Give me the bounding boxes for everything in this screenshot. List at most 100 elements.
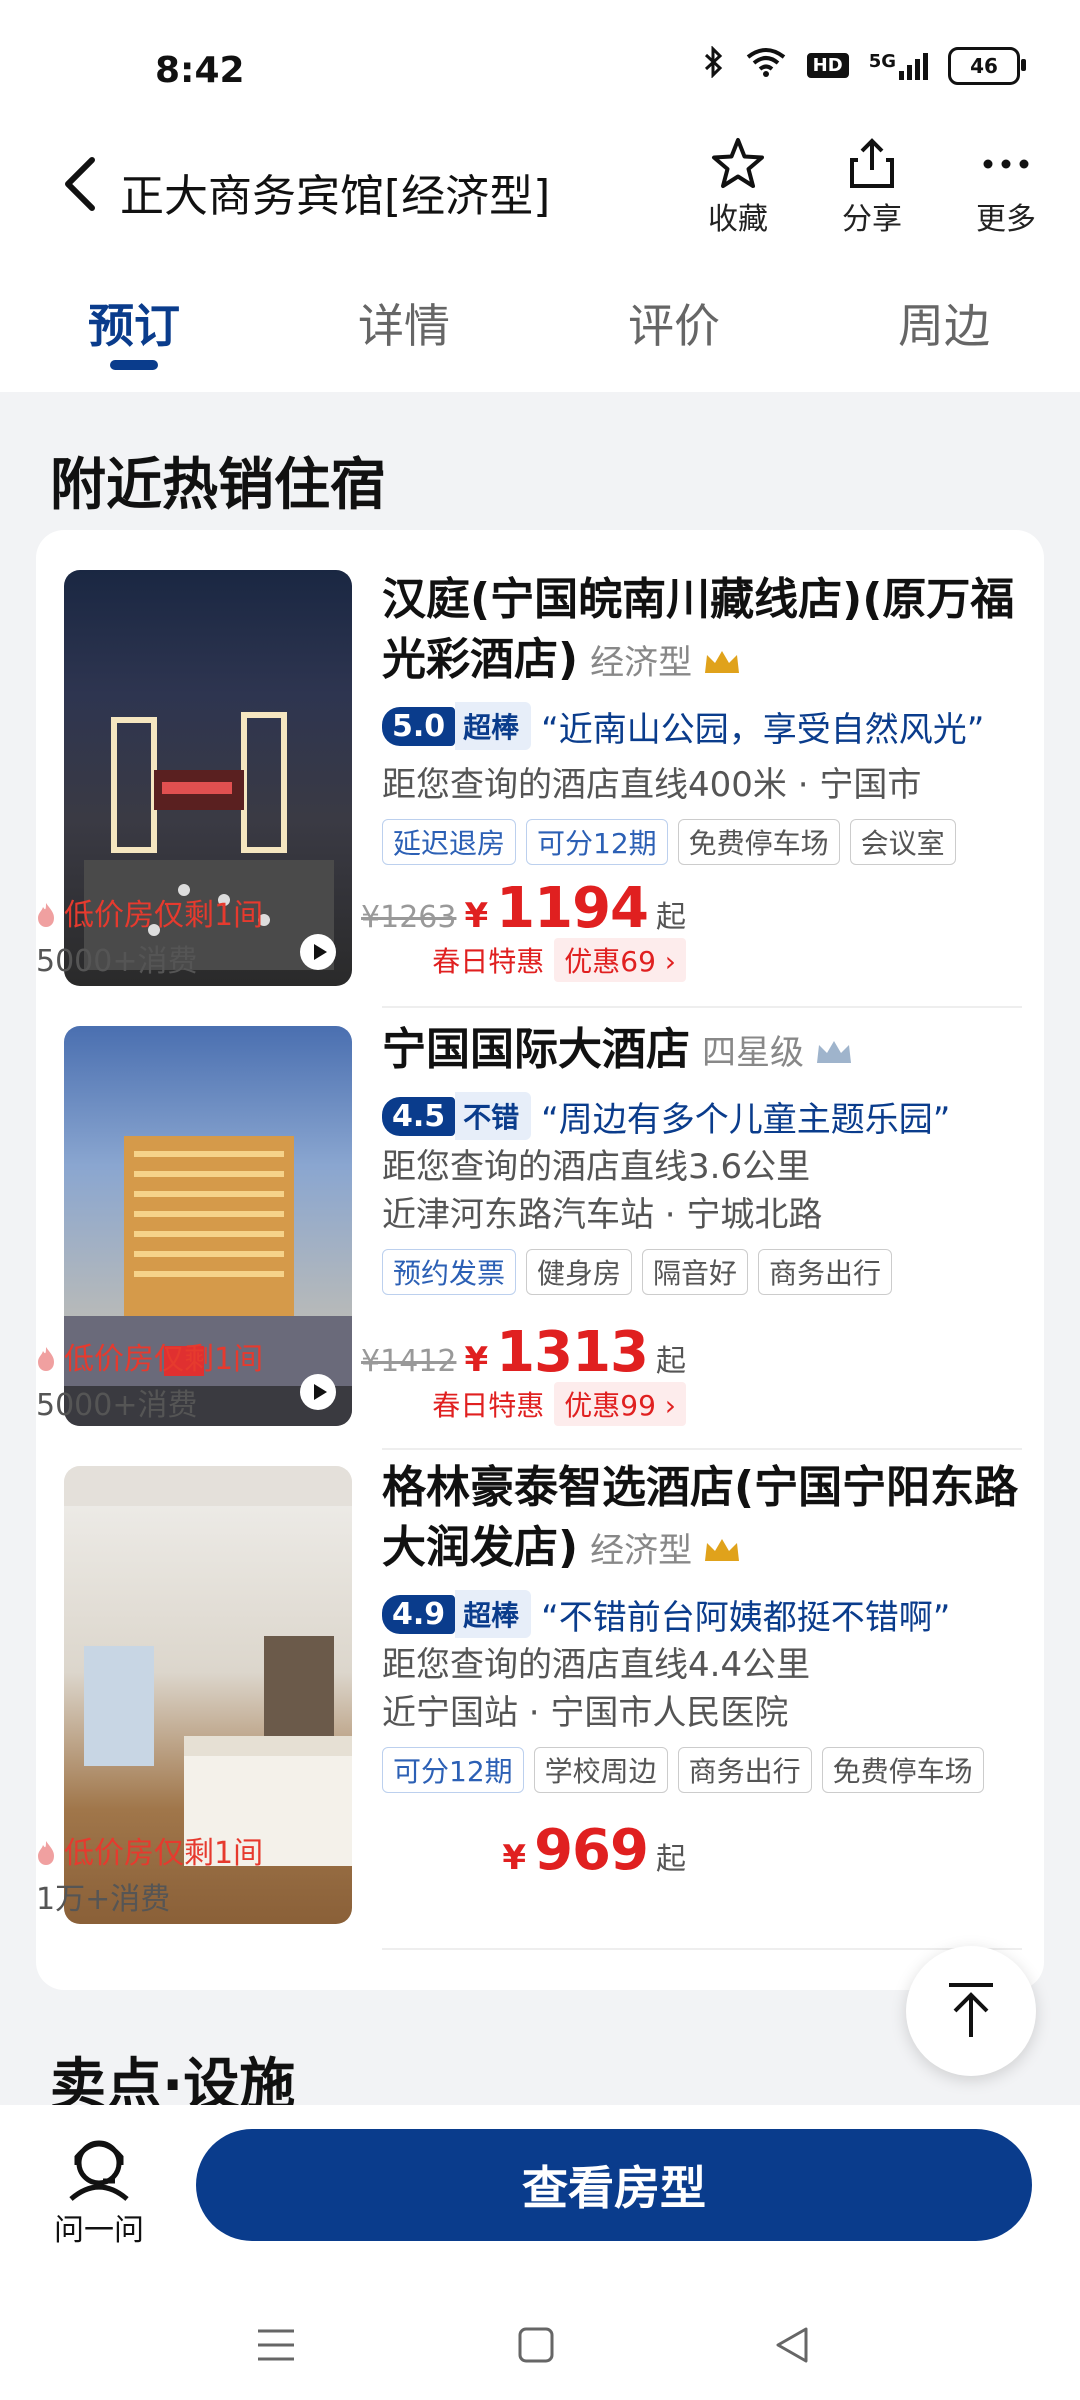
hd-icon: HD (806, 53, 849, 78)
price-suffix: 起 (656, 1344, 686, 1379)
status-bar: 8:42 HD 5G 46 (0, 0, 1080, 130)
hotel-name: 格林豪泰智选酒店(宁国宁阳东路大润发店) (382, 1462, 1019, 1573)
promo-badge[interactable]: 春日特惠 优惠99 › (422, 1382, 686, 1426)
more-button[interactable]: 更多 (956, 136, 1056, 238)
tag: 健身房 (526, 1249, 633, 1295)
ask-button[interactable]: 问一问 (44, 2135, 154, 2249)
currency-symbol: ¥ (502, 1838, 527, 1878)
tag-list: 预约发票 健身房 隔音好 商务出行 (382, 1249, 1032, 1295)
flame-icon (38, 1841, 54, 1865)
currency-symbol: ¥ (464, 896, 489, 936)
hotel-name: 宁国国际大酒店 (382, 1024, 690, 1075)
original-price: ¥1412 (361, 1344, 457, 1379)
crown-icon (705, 651, 740, 673)
price: ¥1263 ¥ 1194 起 (361, 876, 686, 941)
hotel-name-row: 宁国国际大酒店 四星级 (382, 1020, 1032, 1083)
nearby-hotels-card: 汉庭(宁国皖南川藏线店)(原万福光彩酒店) 经济型 5.0 超棒 “近南山公园，享… (36, 530, 1044, 1990)
system-navigation-bar (0, 2295, 1080, 2400)
rating-row: 5.0 超棒 “近南山公园，享受自然风光” (382, 702, 1032, 750)
price-suffix: 起 (656, 900, 686, 935)
top-app-bar: 正大商务宾馆[经济型] 收藏 分享 更多 (0, 130, 1080, 260)
low-stock-text: 低价房仅剩1间 (64, 1836, 264, 1871)
tag-list: 可分12期 学校周边 商务出行 免费停车场 (382, 1747, 1032, 1793)
customer-service-icon (69, 2140, 129, 2201)
sales-count: 5000+消费 (36, 1388, 198, 1423)
price: ¥ 969 起 (502, 1818, 686, 1883)
hotel-category: 经济型 (590, 643, 693, 683)
tag: 预约发票 (382, 1249, 517, 1295)
hotel-info: 汉庭(宁国皖南川藏线店)(原万福光彩酒店) 经济型 5.0 超棒 “近南山公园，享… (382, 570, 1032, 865)
rating-label: 超棒 (455, 1590, 532, 1638)
back-to-top-button[interactable] (906, 1946, 1036, 2076)
sales-count: 1万+消费 (36, 1882, 171, 1917)
page-title: 正大商务宾馆[经济型] (120, 171, 551, 222)
review-quote: “周边有多个儿童主题乐园” (541, 1099, 951, 1140)
hotel-item[interactable]: 格林豪泰智选酒店(宁国宁阳东路大润发店) 经济型 4.9 超棒 “不错前台阿姨都挺… (36, 1450, 1044, 1924)
hotel-info: 宁国国际大酒店 四星级 4.5 不错 “周边有多个儿童主题乐园” 距您查询的酒店直… (382, 1020, 1032, 1295)
flame-icon (38, 1347, 54, 1371)
tag: 可分12期 (526, 819, 668, 865)
price-amount: 1194 (496, 876, 649, 941)
distance-text: 距您查询的酒店直线4.4公里 (382, 1645, 811, 1685)
promo-name: 春日特惠 (432, 945, 545, 978)
divider (382, 1948, 1022, 1950)
tab-details[interactable]: 详情 (358, 290, 450, 356)
low-stock-notice: 低价房仅剩1间 (36, 1334, 263, 1378)
more-icon (956, 136, 1056, 194)
section-title: 附近热销住宿 (50, 453, 386, 518)
hotel-item[interactable]: 汉庭(宁国皖南川藏线店)(原万福光彩酒店) 经济型 5.0 超棒 “近南山公园，享… (36, 530, 1044, 1005)
promo-name: 春日特惠 (432, 1389, 545, 1422)
ask-label: 问一问 (54, 2213, 144, 2248)
wifi-icon (745, 47, 787, 84)
status-icons: HD 5G 46 (703, 45, 1026, 85)
home-icon[interactable] (516, 2325, 556, 2369)
tab-reviews[interactable]: 评价 (628, 290, 720, 356)
price-amount: 969 (534, 1818, 649, 1883)
bottom-action-bar: 问一问 查看房型 (0, 2105, 1080, 2295)
distance-text: 距您查询的酒店直线400米 · 宁国市 (382, 765, 922, 805)
hotel-info: 格林豪泰智选酒店(宁国宁阳东路大润发店) 经济型 4.9 超棒 “不错前台阿姨都挺… (382, 1458, 1032, 1793)
tag: 可分12期 (382, 1747, 524, 1793)
tab-nearby[interactable]: 周边 (898, 290, 990, 356)
play-video-icon[interactable] (300, 1374, 336, 1410)
back-nav-icon[interactable] (772, 2325, 812, 2369)
status-time: 8:42 (155, 50, 245, 91)
location-text: 近津河东路汽车站 · 宁城北路 (382, 1195, 823, 1235)
low-stock-notice: 低价房仅剩1间 (36, 1828, 263, 1872)
tag: 学校周边 (533, 1747, 668, 1793)
hotel-category: 四星级 (702, 1033, 804, 1073)
rating-row: 4.5 不错 “周边有多个儿童主题乐园” (382, 1092, 1032, 1140)
rating-label: 不错 (455, 1092, 532, 1140)
tag: 延迟退房 (382, 819, 517, 865)
menu-icon[interactable] (256, 2325, 296, 2369)
share-icon (822, 136, 922, 194)
rating-score: 4.9 (382, 1594, 456, 1634)
tag: 隔音好 (642, 1249, 749, 1295)
hotel-category: 经济型 (590, 1531, 693, 1571)
rating-score: 5.0 (382, 706, 456, 746)
arrow-up-icon (949, 1983, 993, 2037)
promo-badge[interactable]: 春日特惠 优惠69 › (422, 938, 686, 982)
view-rooms-button[interactable]: 查看房型 (196, 2129, 1032, 2241)
review-quote: “不错前台阿姨都挺不错啊” (541, 1597, 951, 1638)
hotel-item[interactable]: 宁国国际大酒店 四星级 4.5 不错 “周边有多个儿童主题乐园” 距您查询的酒店直… (36, 1008, 1044, 1448)
tag: 商务出行 (758, 1249, 893, 1295)
share-label: 分享 (842, 202, 902, 237)
play-video-icon[interactable] (300, 934, 336, 970)
currency-symbol: ¥ (464, 1340, 489, 1380)
original-price: ¥1263 (361, 900, 457, 935)
price-suffix: 起 (656, 1842, 686, 1877)
favorite-button[interactable]: 收藏 (688, 136, 788, 238)
share-button[interactable]: 分享 (822, 136, 922, 238)
battery-level: 46 (970, 53, 998, 78)
crown-icon (817, 1041, 851, 1063)
low-stock-notice: 低价房仅剩1间 (36, 890, 263, 934)
promo-discount: 优惠99 › (554, 1382, 686, 1426)
back-button[interactable] (62, 156, 98, 222)
tab-booking[interactable]: 预订 (88, 290, 180, 356)
active-tab-indicator (110, 360, 158, 370)
hotel-name: 汉庭(宁国皖南川藏线店)(原万福光彩酒店) (382, 574, 1015, 685)
bluetooth-icon (703, 45, 725, 85)
rating-row: 4.9 超棒 “不错前台阿姨都挺不错啊” (382, 1590, 1032, 1638)
location-text: 近宁国站 · 宁国市人民医院 (382, 1693, 789, 1733)
